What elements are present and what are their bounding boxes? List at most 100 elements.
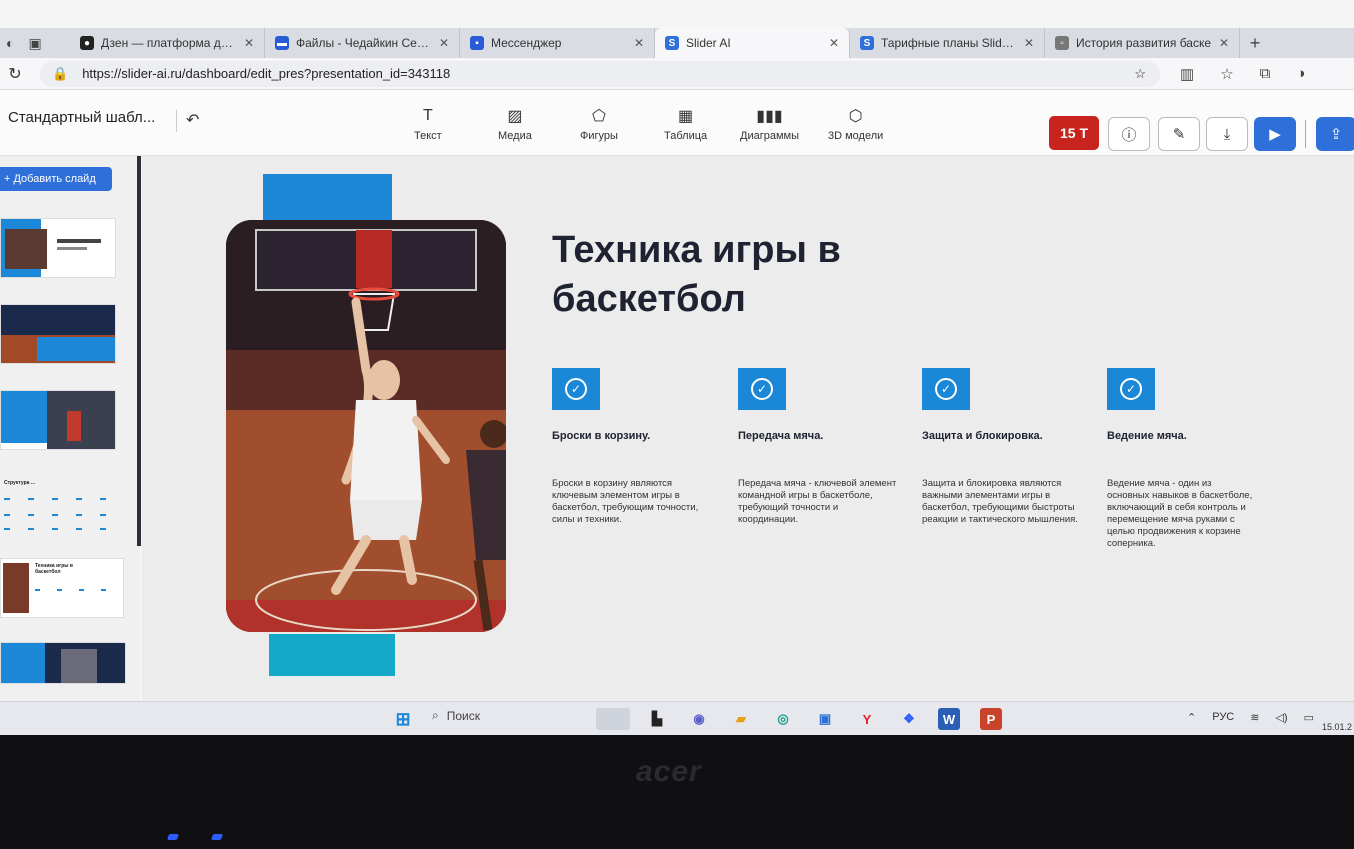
feature-heading: Ведение мяча. [1107, 430, 1187, 442]
tab-pricing[interactable]: S Тарифные планы Slider F ✕ [850, 28, 1045, 58]
chart-icon: ▮▮▮ [756, 108, 783, 125]
play-icon: ▶ [1269, 126, 1281, 143]
brush-button[interactable]: ✎ [1158, 117, 1200, 151]
info-button[interactable]: ⓘ [1108, 117, 1150, 151]
slider-logo-icon: S [860, 36, 874, 50]
teams-icon[interactable]: ◉ [688, 708, 710, 730]
feature-text: Защита и блокировка являются важными эле… [922, 478, 1078, 525]
close-icon[interactable]: ✕ [634, 36, 644, 50]
tool-text[interactable]: T Текст [414, 106, 442, 142]
tool-3d-models[interactable]: ⬡ 3D модели [828, 106, 883, 142]
store-icon[interactable]: ▣ [814, 708, 836, 730]
weather-widget-icon[interactable] [596, 708, 630, 730]
new-tab-button[interactable]: + [1240, 33, 1270, 54]
close-icon[interactable]: ✕ [244, 36, 254, 50]
share-icon: ⇪ [1329, 126, 1343, 143]
windows-start-icon[interactable]: ⊞ [392, 708, 414, 730]
feature-block-3[interactable]: ✓ Защита и блокировка. Защита и блокиров… [922, 368, 1082, 526]
close-icon[interactable]: ✕ [829, 36, 839, 50]
dropbox-icon[interactable]: ❖ [898, 708, 920, 730]
slide-thumbnail-2[interactable] [0, 304, 116, 364]
slides-panel: + Добавить слайд Структура ... Техника и… [0, 156, 141, 701]
tool-label: Фигуры [580, 130, 618, 142]
tab-controls: ◐ ▣ [0, 28, 70, 58]
basketball-photo-image [226, 220, 506, 632]
acer-logo: acer [636, 755, 702, 788]
tab-dzen[interactable]: ● Дзен — платформа для с ✕ [70, 28, 265, 58]
download-button[interactable]: ⤓ [1206, 117, 1248, 151]
file-explorer-icon[interactable]: ▰ [730, 708, 752, 730]
decor-rectangle[interactable] [269, 634, 395, 676]
yandex-browser-icon[interactable]: Y [856, 708, 878, 730]
feature-text: Передача мяча - ключевой элемент командн… [738, 478, 897, 525]
task-view-icon[interactable]: ▙ [646, 708, 668, 730]
slide-thumbnail-3[interactable] [0, 390, 116, 450]
slide-thumbnail-1[interactable] [0, 218, 116, 278]
dzen-icon: ● [80, 36, 94, 50]
battery-icon[interactable]: ▭ [1304, 711, 1314, 724]
share-button[interactable]: ⇪ [1316, 117, 1354, 151]
tool-label: Диаграммы [740, 130, 799, 142]
url-field[interactable]: 🔒 https://slider-ai.ru/dashboard/edit_pr… [40, 60, 1160, 87]
tab-slider-ai[interactable]: S Slider AI ✕ [655, 28, 850, 58]
address-bar: ↻ 🔒 https://slider-ai.ru/dashboard/edit_… [0, 58, 1354, 90]
profile-icon[interactable]: ◐ [6, 35, 14, 51]
language-indicator[interactable]: РУС [1212, 711, 1234, 724]
clock[interactable]: 15.01.2 [1322, 706, 1352, 734]
close-icon[interactable]: ✕ [439, 36, 449, 50]
tool-label: 3D модели [828, 130, 884, 142]
tool-shapes[interactable]: ⬠ Фигуры [580, 106, 618, 142]
close-icon[interactable]: ✕ [1219, 36, 1229, 50]
favorites-icon[interactable]: ☆ [1220, 65, 1233, 83]
divider [1305, 120, 1306, 148]
slide-thumbnail-5-current[interactable]: Техника игры в баскетбол [0, 558, 124, 618]
add-slide-button[interactable]: + Добавить слайд [0, 167, 112, 191]
tool-media[interactable]: ▨ Медиа [498, 106, 532, 142]
slide-thumbnail-4[interactable]: Структура ... [0, 474, 116, 536]
tab-files[interactable]: ▬ Файлы - Чедайкин Серге ✕ [265, 28, 460, 58]
slide-canvas[interactable]: Техника игры в баскетбол ✓ Броски в корз… [142, 156, 1354, 701]
feature-block-4[interactable]: ✓ Ведение мяча. Ведение мяча - один из о… [1107, 368, 1255, 550]
tab-actions-icon[interactable]: ▣ [28, 35, 41, 52]
feature-heading: Броски в корзину. [552, 430, 651, 442]
edge-icon[interactable]: ◎ [772, 708, 794, 730]
play-button[interactable]: ▶ [1254, 117, 1296, 151]
table-icon: ▦ [678, 108, 694, 125]
undo-icon[interactable]: ↶ [186, 110, 199, 130]
thumb-title: Техника игры в баскетбол [35, 563, 74, 575]
reload-icon[interactable]: ↻ [0, 64, 30, 84]
feature-block-2[interactable]: ✓ Передача мяча. Передача мяча - ключево… [738, 368, 898, 526]
taskbar-search[interactable]: ⌕ Поиск [432, 708, 480, 723]
word-icon[interactable]: W [938, 708, 960, 730]
profile-icon[interactable]: ◑ [1296, 65, 1305, 83]
tool-label: Медиа [498, 130, 532, 142]
basketball-photo[interactable] [226, 220, 506, 632]
slide-title[interactable]: Техника игры в баскетбол [552, 226, 972, 324]
tool-charts[interactable]: ▮▮▮ Диаграммы [740, 106, 799, 142]
brush-icon: ✎ [1172, 126, 1186, 143]
collections-icon[interactable]: ⧉ [1260, 65, 1271, 83]
favorite-star-icon[interactable]: ☆ [1134, 66, 1146, 82]
shapes-icon: ⬠ [592, 108, 606, 125]
feature-heading: Передача мяча. [738, 430, 824, 442]
cube-icon: ⬡ [848, 108, 863, 125]
chevron-up-icon[interactable]: ⌃ [1187, 711, 1196, 724]
lock-icon[interactable]: 🔒 [52, 66, 68, 82]
tool-table[interactable]: ▦ Таблица [664, 106, 707, 142]
feature-block-1[interactable]: ✓ Броски в корзину. Броски в корзину явл… [552, 368, 712, 526]
laptop-bezel [0, 735, 1354, 849]
text-icon: T [422, 107, 433, 124]
credits-badge[interactable]: 15 Т [1049, 116, 1099, 150]
close-icon[interactable]: ✕ [1024, 36, 1034, 50]
download-icon: ⤓ [1223, 125, 1231, 143]
reader-icon[interactable]: ▥ [1180, 65, 1194, 83]
slide-thumbnail-6[interactable] [0, 642, 126, 684]
powerpoint-icon[interactable]: P [980, 708, 1002, 730]
tab-history[interactable]: ▫ История развития баске ✕ [1045, 28, 1240, 58]
panel-divider[interactable] [137, 156, 141, 546]
volume-icon[interactable]: ◁) [1275, 711, 1287, 724]
decor-rectangle[interactable] [263, 174, 392, 221]
wifi-icon[interactable]: ≋ [1250, 711, 1259, 724]
template-name[interactable]: Стандартный шабл... [8, 109, 155, 126]
tab-messenger[interactable]: ▪ Мессенджер ✕ [460, 28, 655, 58]
